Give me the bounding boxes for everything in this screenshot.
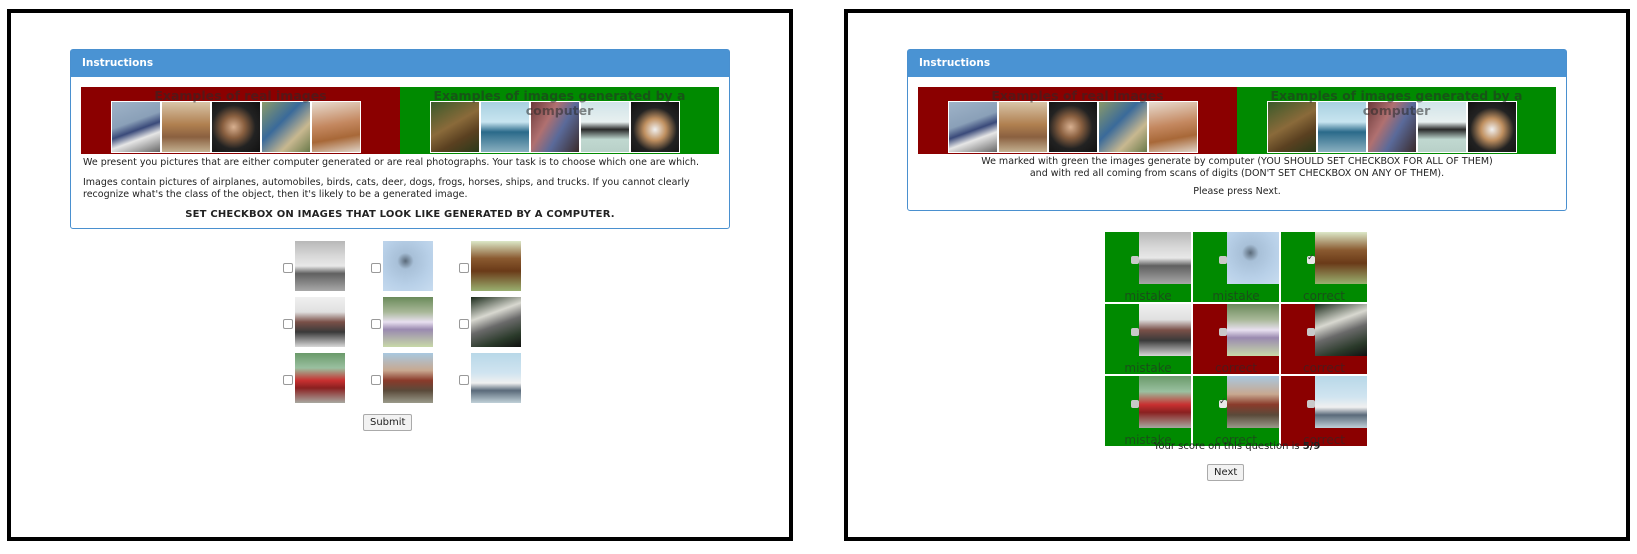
result-image [1315,376,1367,428]
result-checkbox[interactable] [1307,400,1315,408]
result-image [1227,304,1279,356]
score-line: Your score on this question is 5/9 [848,441,1626,452]
result-checkbox[interactable] [1131,400,1139,408]
image-checkbox[interactable] [459,375,469,385]
score-label: Your score on this question is [1153,441,1303,452]
grid-cell [371,351,459,407]
real-examples: Examples of real images [81,87,400,154]
image-checkbox[interactable] [283,319,293,329]
result-cell: correct [1280,303,1368,375]
real-examples-label: Examples of real images [991,88,1164,103]
instructions-panel: Instructions Examples of real images Exa… [907,49,1567,211]
result-checkbox[interactable] [1131,328,1139,336]
result-checkbox[interactable] [1307,328,1315,336]
panel-title: Instructions [71,50,729,77]
result-cell: mistake [1104,231,1192,303]
grid-cell [283,239,371,295]
image-checkbox[interactable] [283,263,293,273]
grid-image [295,297,345,347]
example-image [111,101,161,153]
generated-examples: Examples of images generated by a comput… [1237,87,1556,154]
result-grid: mistakemistakecorrectmistakecorrectcorre… [1104,231,1368,447]
left-screen: Instructions Examples of real images Exa… [7,9,793,541]
grid-image [295,241,345,291]
grid-cell [371,239,459,295]
red-explanation: and with red all coming from scans of di… [1029,168,1445,179]
result-cell: mistake [1104,303,1192,375]
result-cell: correct [1280,375,1368,447]
intro-text: We present you pictures that are either … [83,157,700,168]
image-checkbox[interactable] [283,375,293,385]
result-label: correct [1302,289,1346,303]
result-checkbox[interactable] [1131,256,1139,264]
result-cell: mistake [1192,231,1280,303]
result-label: correct [1302,361,1346,375]
grid-image [471,241,521,291]
result-cell: correct [1192,303,1280,375]
example-image [998,101,1048,153]
image-checkbox[interactable] [371,375,381,385]
example-image [311,101,361,153]
generated-examples: Examples of images generated by a comput… [400,87,719,154]
image-checkbox[interactable] [459,319,469,329]
result-label: mistake [1124,361,1172,375]
classes-text: Images contain pictures of airplanes, au… [83,177,690,200]
example-strip: Examples of real images Examples of imag… [81,87,719,154]
result-image [1315,232,1367,284]
result-cell: correct [1192,375,1280,447]
panel-title: Instructions [908,50,1566,77]
grid-image [471,353,521,403]
result-image [1227,232,1279,284]
grid-cell [459,239,547,295]
result-image [1139,304,1191,356]
result-cell: correct [1280,231,1368,303]
grid-image [295,353,345,403]
right-screen: Instructions Examples of real images Exa… [844,9,1630,541]
example-image [1098,101,1148,153]
image-checkbox[interactable] [459,263,469,273]
grid-cell [283,295,371,351]
result-image [1139,376,1191,428]
checkbox-instruction: SET CHECKBOX ON IMAGES THAT LOOK LIKE GE… [185,209,615,220]
instructions-panel: Instructions Examples of real images Exa… [70,49,730,229]
result-cell: mistake [1104,375,1192,447]
result-image [1139,232,1191,284]
result-label: correct [1214,361,1258,375]
score-value: 5/9 [1302,441,1321,452]
grid-image [383,241,433,291]
result-checkbox[interactable] [1219,328,1227,336]
image-checkbox[interactable] [371,319,381,329]
result-checkbox[interactable] [1219,256,1227,264]
grid-image [383,353,433,403]
grid-image [471,297,521,347]
image-checkbox[interactable] [371,263,381,273]
grid-image [383,297,433,347]
result-label: mistake [1212,289,1260,303]
grid-cell [371,295,459,351]
result-image [1227,376,1279,428]
generated-examples-label: Examples of images generated by a comput… [1270,88,1523,118]
generated-examples-label: Examples of images generated by a comput… [433,88,686,118]
next-button[interactable]: Next [1207,464,1245,481]
result-checkbox[interactable] [1307,253,1315,264]
example-image [261,101,311,153]
example-image [948,101,998,153]
grid-cell [283,351,371,407]
submit-button[interactable]: Submit [363,414,413,431]
result-image [1315,304,1367,356]
example-strip: Examples of real images Examples of imag… [918,87,1556,154]
result-checkbox[interactable] [1219,397,1227,408]
grid-cell [459,295,547,351]
image-grid [283,239,547,407]
grid-cell [459,351,547,407]
result-label: mistake [1124,289,1172,303]
example-image [1048,101,1098,153]
example-image [211,101,261,153]
green-explanation: We marked with green the images generate… [981,156,1493,167]
real-examples: Examples of real images [918,87,1237,154]
example-image [161,101,211,153]
press-next-text: Please press Next. [1193,186,1281,197]
example-image [1148,101,1198,153]
real-examples-label: Examples of real images [154,88,327,103]
